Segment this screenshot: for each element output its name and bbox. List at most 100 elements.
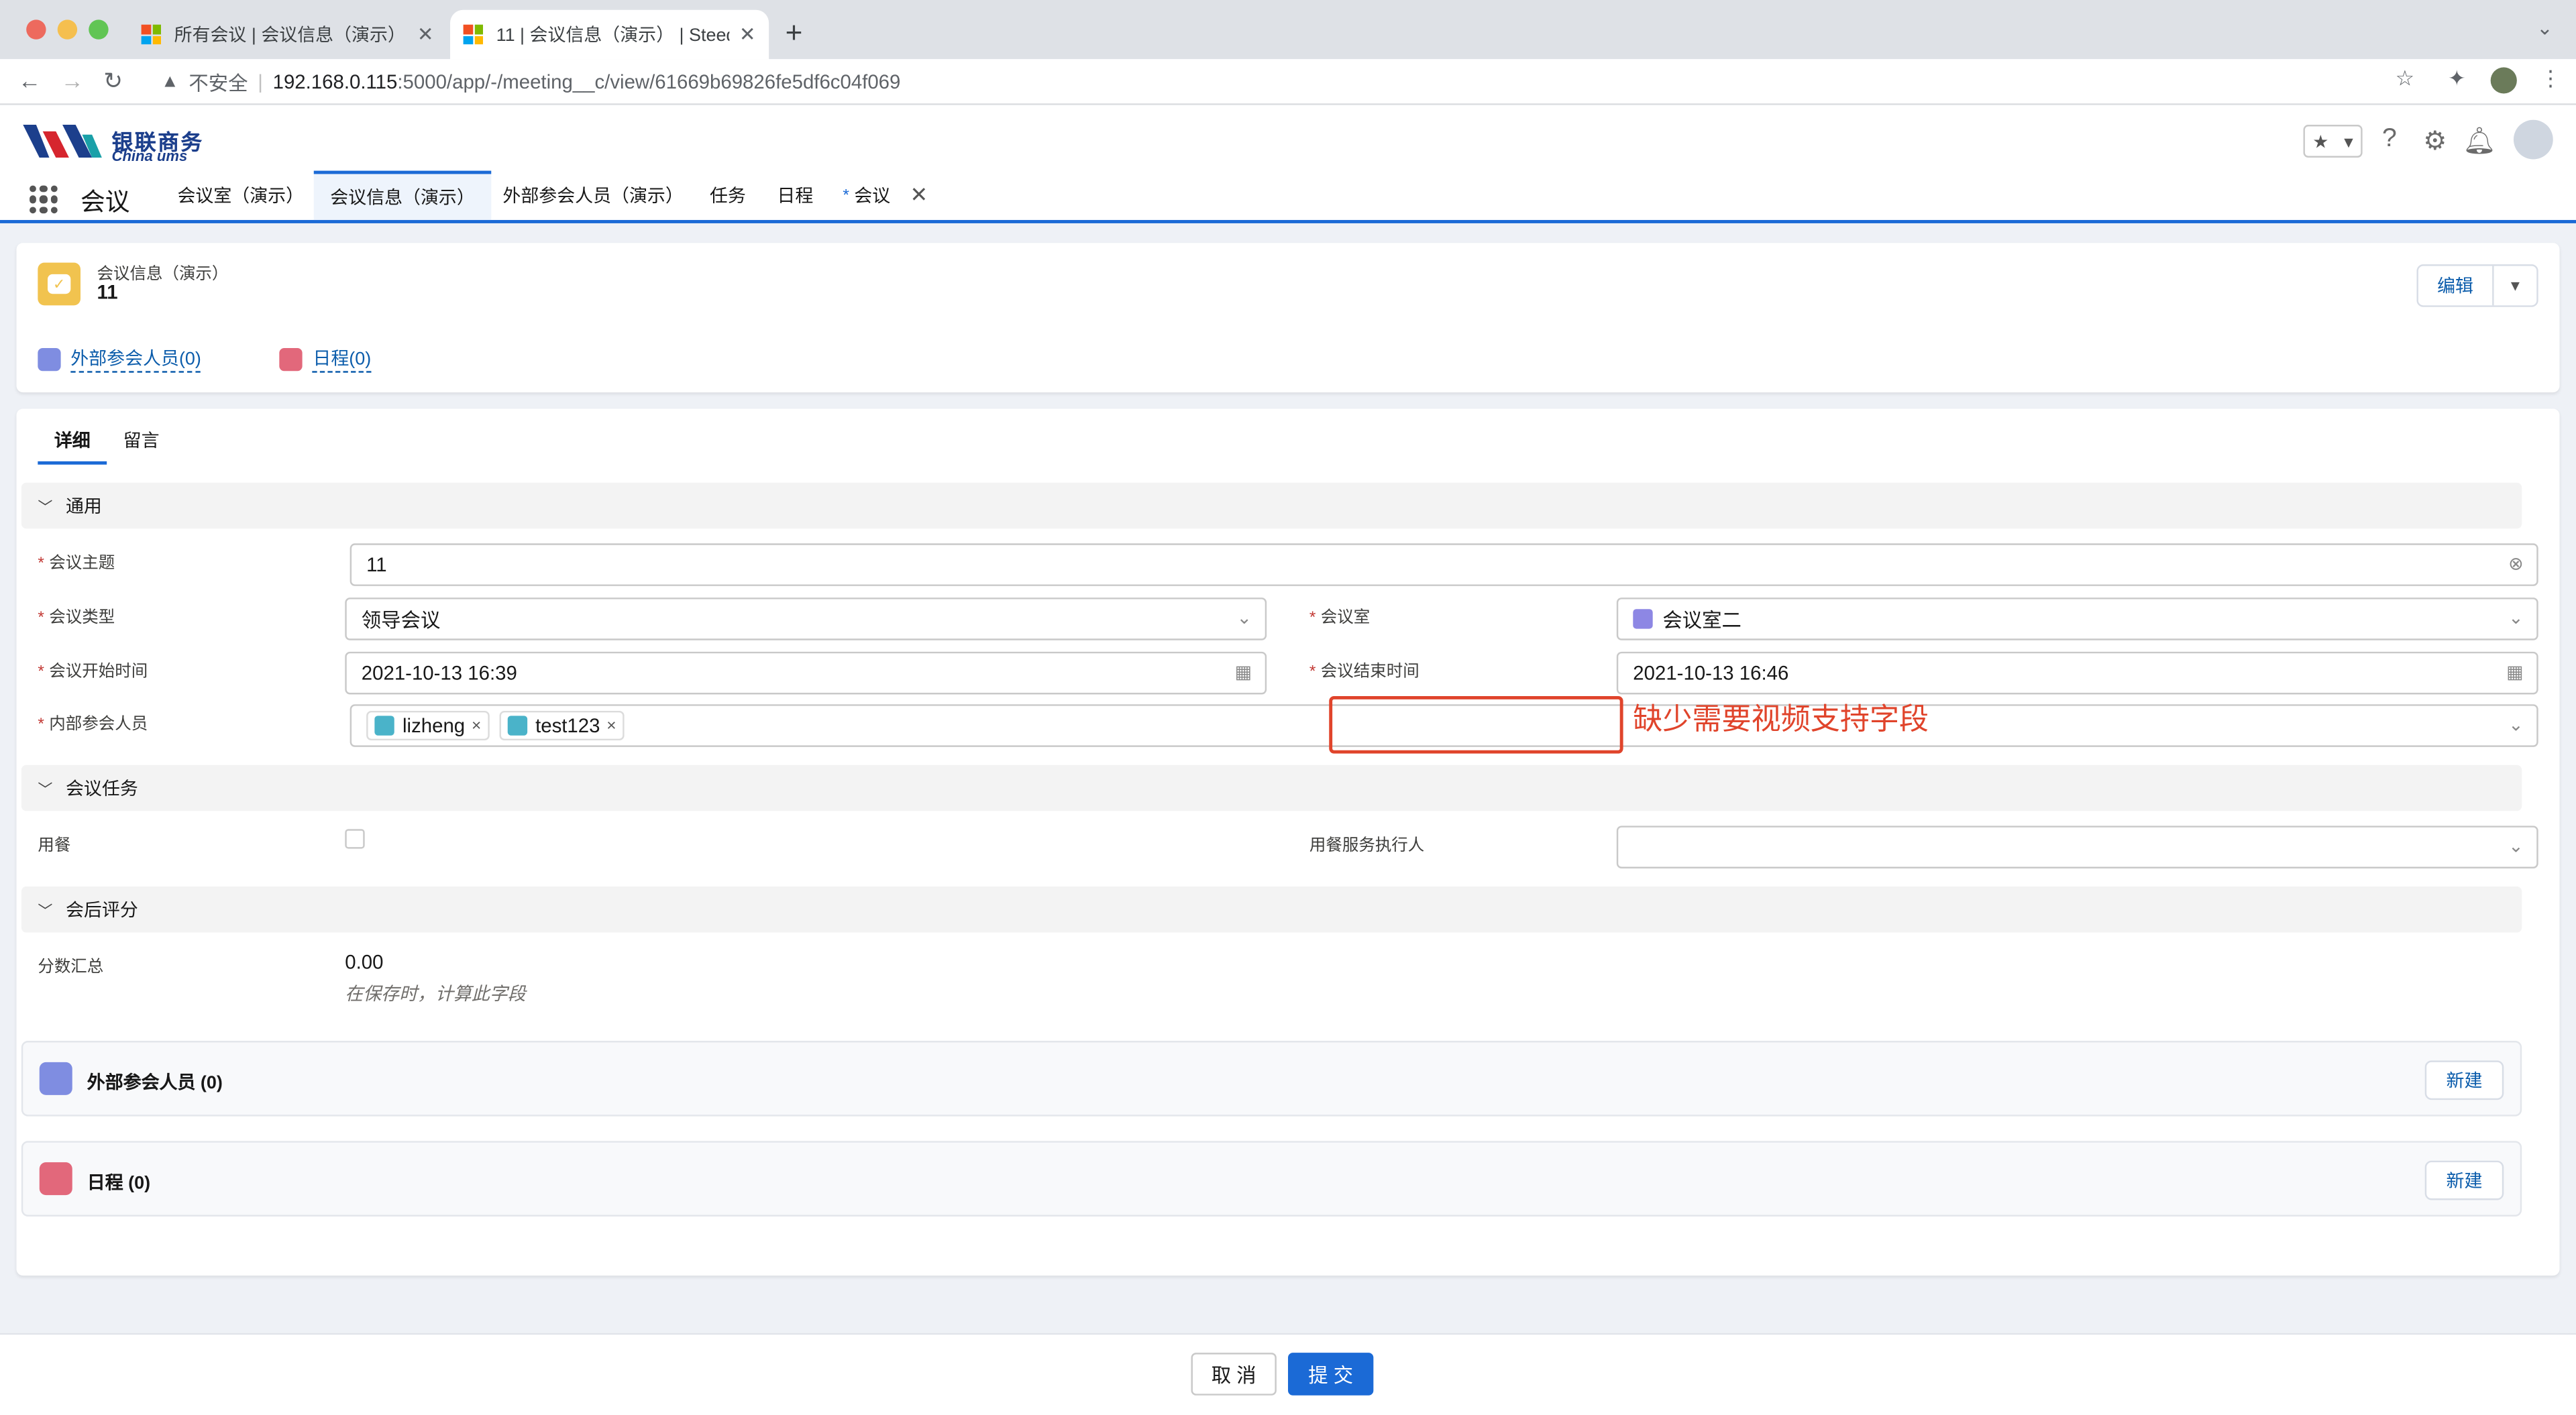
forward-icon[interactable]: → <box>61 67 84 93</box>
related-links: 外部参会人员(0) 日程(0) <box>38 345 449 373</box>
meal-checkbox[interactable] <box>345 829 365 849</box>
user-icon <box>507 716 527 736</box>
chevron-down-icon: ⌄ <box>2508 837 2524 857</box>
browser-menu-icon[interactable]: ⋮ <box>2540 66 2561 92</box>
close-tab-icon[interactable]: ✕ <box>739 23 756 46</box>
favorites-caret-icon: ▾ <box>2344 132 2353 152</box>
browser-tab-title: 11 | 会议信息（演示） | Steedos <box>496 26 730 46</box>
end-time-value: 2021-10-13 16:46 <box>1633 661 1789 685</box>
url-path: :5000/app/-/meeting__c/view/61669b69826f… <box>397 70 901 94</box>
unsaved-dot-icon: * <box>843 186 849 205</box>
end-time-input[interactable]: 2021-10-13 16:46 ▦ <box>1616 651 2538 695</box>
remove-attendee-icon[interactable]: × <box>472 717 481 735</box>
edit-button[interactable]: 编辑 <box>2418 266 2494 306</box>
attendee-name: test123 <box>535 714 600 738</box>
tab-label: 会议 <box>854 187 891 207</box>
warning-icon: ▲ <box>161 72 179 93</box>
minimize-window-dot[interactable] <box>57 19 78 40</box>
attendee-name: lizheng <box>402 714 466 738</box>
tab-tasks[interactable]: 任务 <box>693 171 762 220</box>
remove-attendee-icon[interactable]: × <box>606 717 616 735</box>
meeting-room-lookup[interactable]: 会议室二 ⌄ <box>1616 598 2538 640</box>
tab-external-attendees[interactable]: 外部参会人员（演示） <box>486 171 700 220</box>
related-list-title: 日程 (0) <box>87 1174 151 1194</box>
favorites-button[interactable]: ★ ▾ <box>2303 125 2363 158</box>
calendar-icon[interactable]: ▦ <box>1235 662 1252 683</box>
new-tab-icon[interactable]: + <box>786 16 803 50</box>
submit-button[interactable]: 提 交 <box>1288 1353 1374 1396</box>
notifications-bell-icon[interactable]: 🔔︎ <box>2463 125 2496 158</box>
reload-icon[interactable]: ↻ <box>103 67 123 95</box>
related-link-schedule[interactable]: 日程(0) <box>280 345 372 373</box>
calendar-icon[interactable]: ▦ <box>2506 662 2523 683</box>
logo-en-text: China ums <box>111 148 188 164</box>
tab-label: 任务 <box>709 187 746 207</box>
new-external-attendee-button[interactable]: 新建 <box>2424 1060 2504 1100</box>
meeting-type-select[interactable]: 领导会议 ⌄ <box>345 598 1267 640</box>
related-link-external-attendees[interactable]: 外部参会人员(0) <box>38 345 201 373</box>
section-title: 会议任务 <box>65 779 138 800</box>
tab-meeting[interactable]: * 会议 ✕ <box>826 171 945 220</box>
edit-button-group: 编辑 ▼ <box>2416 264 2538 307</box>
close-tab-icon[interactable]: ✕ <box>417 23 434 46</box>
tab-details[interactable]: 详细 <box>38 425 107 465</box>
profile-avatar-icon[interactable] <box>2490 67 2517 94</box>
address-bar[interactable]: ▲ 不安全 | 192.168.0.115 :5000/app/-/meetin… <box>151 64 2434 100</box>
app-launcher-icon[interactable] <box>30 185 58 214</box>
bookmark-star-icon[interactable]: ☆ <box>2396 66 2415 92</box>
score-hint: 在保存时，计算此字段 <box>345 984 526 1005</box>
related-list-external-attendees: 外部参会人员 (0) 新建 <box>21 1041 2522 1117</box>
chevron-down-icon: ⌄ <box>2508 609 2524 629</box>
tab-comments[interactable]: 留言 <box>107 425 176 465</box>
clear-input-icon[interactable]: ⊗ <box>2508 553 2524 574</box>
people-icon <box>38 347 61 371</box>
meeting-record-icon: ✓ <box>38 262 81 306</box>
detail-tabs: 详细 留言 <box>38 425 176 465</box>
field-label-room: * 会议室 <box>1309 609 1371 628</box>
field-label-score: 分数汇总 <box>38 958 104 977</box>
field-label-start: * 会议开始时间 <box>38 663 148 681</box>
help-icon[interactable]: ? <box>2382 125 2397 154</box>
subject-value: 11 <box>366 553 387 577</box>
room-record-icon <box>1633 609 1653 629</box>
extensions-puzzle-icon[interactable]: ✦ <box>2448 66 2466 92</box>
chevron-down-icon: ⌄ <box>1236 609 1252 629</box>
browser-tab-1[interactable]: 所有会议 | 会议信息（演示） | St ✕ <box>128 10 447 59</box>
field-label-meal-exec: 用餐服务执行人 <box>1309 837 1425 856</box>
app-name: 会议 <box>80 188 130 217</box>
section-rating[interactable]: ﹀ 会后评分 <box>21 886 2522 933</box>
close-tab-icon[interactable]: ✕ <box>910 182 928 209</box>
tab-label: 外部参会人员（演示） <box>502 187 684 207</box>
insecure-label: 不安全 <box>189 71 248 95</box>
section-general[interactable]: ﹀ 通用 <box>21 482 2522 529</box>
close-window-dot[interactable] <box>26 19 46 40</box>
user-avatar[interactable] <box>2513 119 2553 160</box>
start-time-input[interactable]: 2021-10-13 16:39 ▦ <box>345 651 1267 695</box>
tab-meeting-rooms[interactable]: 会议室（演示） <box>161 171 321 220</box>
more-actions-dropdown-icon[interactable]: ▼ <box>2494 266 2537 306</box>
meal-exec-lookup[interactable]: ⌄ <box>1616 826 2538 868</box>
ums-logo-icon <box>23 125 102 158</box>
tab-schedule[interactable]: 日程 <box>761 171 830 220</box>
china-ums-logo: 银联商务 China ums <box>19 118 213 164</box>
user-icon <box>374 716 394 736</box>
related-link-label: 外部参会人员(0) <box>70 345 201 373</box>
browser-tab-2[interactable]: 11 | 会议信息（演示） | Steedos ✕ <box>450 9 769 60</box>
cancel-button[interactable]: 取 消 <box>1191 1353 1277 1396</box>
tab-search-chevron-icon[interactable]: ⌄ <box>2536 16 2553 39</box>
back-icon[interactable]: ← <box>18 67 41 93</box>
browser-tab-strip: 所有会议 | 会议信息（演示） | St ✕ 11 | 会议信息（演示） | S… <box>0 0 2576 60</box>
steedos-favicon-icon <box>141 24 162 45</box>
new-schedule-button[interactable]: 新建 <box>2424 1160 2504 1200</box>
tab-meeting-info[interactable]: 会议信息（演示） <box>313 170 492 221</box>
maximize-window-dot[interactable] <box>89 19 109 40</box>
field-label-end: * 会议结束时间 <box>1309 663 1419 681</box>
section-tasks[interactable]: ﹀ 会议任务 <box>21 765 2522 811</box>
url-host: 192.168.0.115 <box>272 70 398 94</box>
tab-label: 会议信息（演示） <box>330 188 475 209</box>
subject-input[interactable]: 11 ⊗ <box>350 543 2538 586</box>
tab-label: 日程 <box>777 187 814 207</box>
meeting-type-value: 领导会议 <box>361 608 441 632</box>
settings-gear-icon[interactable]: ⚙ <box>2423 125 2447 158</box>
screen: 所有会议 | 会议信息（演示） | St ✕ 11 | 会议信息（演示） | S… <box>0 0 2576 1415</box>
